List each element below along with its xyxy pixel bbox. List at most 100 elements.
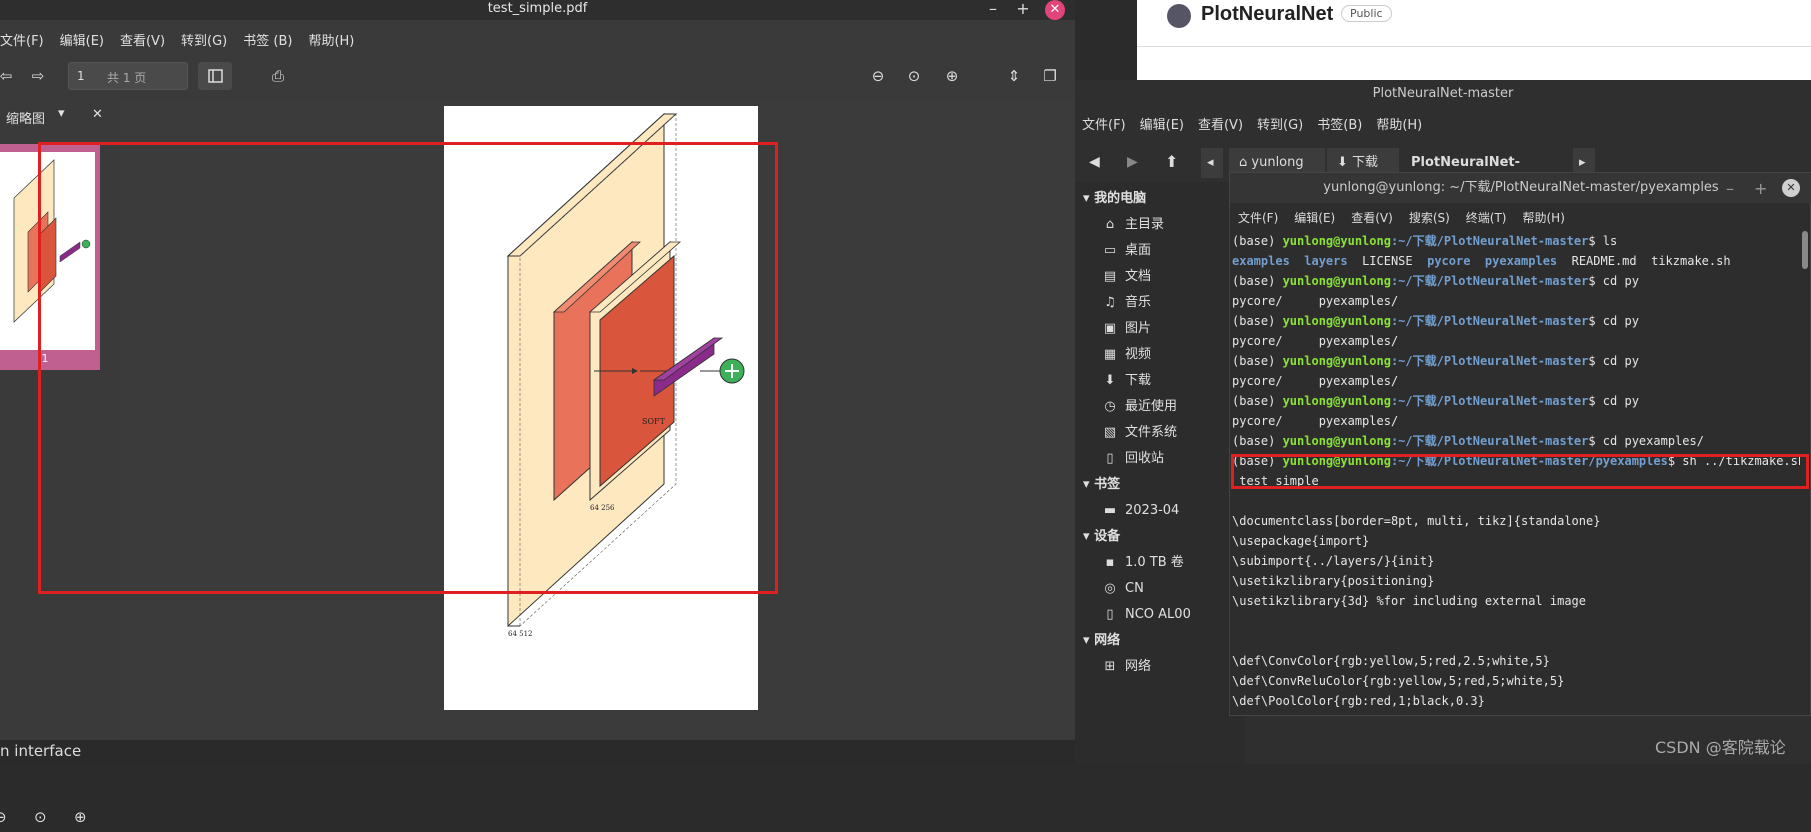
minimize-icon[interactable]: –: [1726, 179, 1734, 198]
expander-icon[interactable]: ▾: [1083, 191, 1094, 206]
sidebar-item[interactable]: ▭ 桌面: [1075, 238, 1245, 264]
maximize-icon[interactable]: +: [1012, 0, 1034, 20]
menu-view[interactable]: 查看(V): [1343, 209, 1401, 226]
back-icon[interactable]: ◀: [1089, 154, 1100, 170]
scrollbar[interactable]: [1802, 231, 1808, 269]
up-icon[interactable]: ⬆: [1165, 152, 1178, 171]
sidebar-item[interactable]: ⌂ 主目录: [1075, 212, 1245, 238]
menu-goto[interactable]: 转到(G): [173, 26, 235, 52]
terminal-line: examples layers LICENSE pycore pyexample…: [1230, 251, 1800, 271]
terminal-line: pycore/ pyexamples/: [1230, 331, 1800, 351]
place-icon: ▦: [1103, 347, 1117, 362]
prompt-path: :~/下载/PlotNeuralNet-master: [1390, 394, 1589, 408]
menu-view[interactable]: 查看(V): [112, 26, 173, 52]
fit-width-icon[interactable]: ⇕: [1002, 64, 1026, 88]
output-text: \usetikzlibrary{3d} %for including exter…: [1232, 594, 1587, 608]
close-icon[interactable]: ✕: [1782, 179, 1800, 197]
sidebar-item[interactable]: ▯ NCO AL00: [1075, 602, 1245, 628]
prompt-user: yunlong@yunlong: [1282, 234, 1391, 248]
menu-edit[interactable]: 编辑(E): [1286, 209, 1343, 226]
command-text: $ cd pyexamples/: [1588, 434, 1704, 448]
sidebar-item-label: 视频: [1125, 347, 1152, 362]
sidebar-item-label: 图片: [1125, 321, 1152, 336]
prompt-path: :~/下载/PlotNeuralNet-master: [1390, 234, 1589, 248]
place-icon: ⌂: [1105, 217, 1115, 232]
menu-goto[interactable]: 转到(G): [1250, 114, 1310, 133]
expander-icon[interactable]: ▾: [1083, 633, 1094, 648]
window-title: PlotNeuralNet-master: [1372, 86, 1514, 101]
sidebar-item[interactable]: ♫ 音乐: [1075, 290, 1245, 316]
sidebar-item[interactable]: ⊞ 网络: [1075, 654, 1245, 680]
menu-file[interactable]: 文件(F): [0, 26, 52, 52]
sidebar-item-label: 网络: [1125, 659, 1152, 674]
menu-search[interactable]: 搜索(S): [1401, 209, 1458, 226]
terminal-line: \usetikzlibrary{positioning}: [1230, 571, 1800, 591]
sidebar-item-label: 音乐: [1125, 295, 1152, 310]
menu-file[interactable]: 文件(F): [1230, 209, 1286, 226]
highlight-box: [1231, 454, 1809, 489]
expander-icon[interactable]: ▾: [1083, 529, 1094, 544]
avatar[interactable]: [1167, 4, 1191, 28]
page-number-input[interactable]: 1: [77, 69, 85, 83]
menu-help[interactable]: 帮助(H): [1515, 209, 1573, 226]
minimize-icon[interactable]: –: [982, 0, 1004, 20]
thumb-zoom-out-icon[interactable]: ⊖: [0, 808, 7, 826]
zoom-out-icon[interactable]: ⊖: [866, 64, 890, 88]
menu-terminal[interactable]: 终端(T): [1458, 209, 1515, 226]
sidebar-item-label: 主目录: [1125, 217, 1165, 232]
sidebar-item[interactable]: ▤ 文档: [1075, 264, 1245, 290]
menu-file[interactable]: 文件(F): [1075, 114, 1133, 133]
sidebar-item[interactable]: ▪ 1.0 TB 卷: [1075, 550, 1245, 576]
zoom-in-icon[interactable]: ⊕: [940, 64, 964, 88]
page-number-field[interactable]: 1 共 1 页: [68, 62, 188, 90]
sidebar-mode-select[interactable]: 缩略图: [6, 108, 45, 127]
output-text: pycore/ pyexamples/: [1232, 374, 1399, 388]
place-icon: ⊞: [1104, 659, 1116, 674]
menu-help[interactable]: 帮助(H): [1369, 114, 1429, 133]
places-sidebar: ▾ 我的电脑 ⌂ 主目录 ▭ 桌面 ▤ 文档 ♫ 音乐 ▣ 图片 ▦ 视频 ⬇ 下载 ◷ 最近使用 ▧ 文件系统 ▯ 回…: [1075, 182, 1245, 764]
sidebar-item[interactable]: ▯ 回收站: [1075, 446, 1245, 472]
menu-edit[interactable]: 编辑(E): [1133, 114, 1191, 133]
thumb-zoom-in-icon[interactable]: ⊕: [74, 808, 87, 826]
forward-icon[interactable]: ⇨: [26, 64, 50, 88]
sidebar-item[interactable]: ◷ 最近使用: [1075, 394, 1245, 420]
close-icon[interactable]: ✕: [1045, 0, 1065, 20]
sidebar-item[interactable]: ◎ CN: [1075, 576, 1245, 602]
sidebar-item[interactable]: ▬ 2023-04: [1075, 498, 1245, 524]
sidebar-close-icon[interactable]: ✕: [92, 107, 103, 122]
menu-edit[interactable]: 编辑(E): [52, 26, 112, 52]
print-icon[interactable]: ⎙: [266, 64, 290, 88]
output-text: pycore/ pyexamples/: [1232, 334, 1399, 348]
command-text: $ cd py: [1588, 314, 1639, 328]
menu-view[interactable]: 查看(V): [1191, 114, 1250, 133]
menu-bookmarks[interactable]: 书签 (B): [235, 26, 300, 52]
sidebar-item[interactable]: ▣ 图片: [1075, 316, 1245, 342]
sidebar-toggle-button[interactable]: [198, 62, 232, 90]
window-title: yunlong@yunlong: ~/下载/PlotNeuralNet-mast…: [1230, 173, 1811, 203]
repo-name[interactable]: PlotNeuralNet: [1201, 3, 1333, 26]
ls-entry: README.md: [1571, 254, 1637, 268]
maximize-icon[interactable]: +: [1754, 179, 1767, 198]
sidebar-item[interactable]: ⬇ 下载: [1075, 368, 1245, 394]
menu-help[interactable]: 帮助(H): [300, 26, 362, 52]
crumb-left-icon[interactable]: ◂: [1201, 148, 1223, 178]
forward-icon[interactable]: ▶: [1127, 154, 1138, 170]
watermark: CSDN @客院载论: [1655, 738, 1786, 757]
back-icon[interactable]: ⇦: [0, 64, 18, 88]
menu-bookmarks[interactable]: 书签(B): [1310, 114, 1369, 133]
terminal-line: pycore/ pyexamples/: [1230, 411, 1800, 431]
dual-page-icon[interactable]: ❐: [1038, 64, 1062, 88]
sidebar-item[interactable]: ▧ 文件系统: [1075, 420, 1245, 446]
thumb-zoom-fit-icon[interactable]: ⊙: [34, 808, 47, 826]
sidebar-item-label: CN: [1125, 581, 1144, 596]
chevron-down-icon[interactable]: ▾: [58, 106, 65, 121]
zoom-fit-icon[interactable]: ⊙: [902, 64, 926, 88]
ls-entry: layers: [1304, 254, 1348, 268]
prompt-env: (base): [1232, 314, 1283, 328]
browser-window: PlotNeuralNet Public: [1137, 0, 1811, 80]
expander-icon[interactable]: ▾: [1083, 477, 1094, 492]
place-icon: ◷: [1104, 399, 1116, 414]
sidebar-item-label: 书签: [1094, 477, 1121, 492]
terminal-line: \documentclass[border=8pt, multi, tikz]{…: [1230, 511, 1800, 531]
sidebar-item[interactable]: ▦ 视频: [1075, 342, 1245, 368]
